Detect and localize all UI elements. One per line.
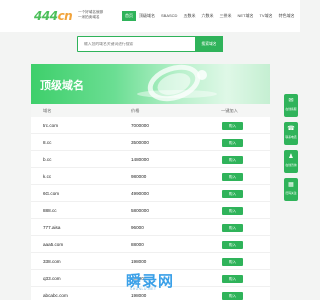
logo-tagline: 一个好域名就够 一米拍卖域名 <box>78 10 103 20</box>
table-row: trc.com 7000000 购入 <box>31 117 270 134</box>
buy-button[interactable]: 购入 <box>222 156 243 164</box>
top-level-domains-card: 顶级域名 域名 价格 一键加入 trc.com 7000000 购入 8.cc … <box>31 64 270 300</box>
domain-name[interactable]: 8.cc <box>43 134 51 151</box>
table-row: 8.cc 3500000 购入 <box>31 134 270 151</box>
domain-price: 7000000 <box>131 123 149 128</box>
float-phone-button[interactable]: ☎ 联系电话 <box>284 122 298 145</box>
domain-name[interactable]: 777.aisa <box>43 219 60 236</box>
domain-price: 3500000 <box>131 140 149 145</box>
logo-tagline-line-2: 一米拍卖域名 <box>78 15 100 19</box>
domain-price: 88000 <box>131 242 144 247</box>
section-title: 顶级域名 <box>40 79 84 92</box>
nav-item-tv[interactable]: TV域名 <box>256 11 275 21</box>
nav-item-three-pinyin[interactable]: 三拼米 <box>216 11 234 21</box>
nav-item-sbascd[interactable]: SBASCD <box>158 11 180 21</box>
table-row: 888.cc 5800000 购入 <box>31 202 270 219</box>
nav-item-net[interactable]: NET域名 <box>234 11 256 21</box>
domain-search-bar: 搜索域名 <box>77 36 223 52</box>
float-label: 扫码关注 <box>285 191 297 195</box>
chat-icon: ✉ <box>288 98 294 104</box>
domain-name[interactable]: k.cc <box>43 168 51 185</box>
site-header: 444cn 一个好域名就够 一米拍卖域名 首页 顶级域名 SBASCD 五数米 … <box>0 0 300 32</box>
domain-price: 96000 <box>131 225 144 230</box>
domain-name[interactable]: b.cc <box>43 151 51 168</box>
buy-button[interactable]: 购入 <box>222 224 243 232</box>
buy-button[interactable]: 购入 <box>222 139 243 147</box>
nav-item-six-digit[interactable]: 六数米 <box>198 11 216 21</box>
logo-mark-number: 444 <box>34 9 58 23</box>
column-header-domain: 域名 <box>43 108 52 113</box>
search-input[interactable] <box>84 37 192 51</box>
float-chat-button[interactable]: ✉ 在线客服 <box>284 94 298 117</box>
watermark-subtext: SHUNLU.NET <box>130 287 157 291</box>
domain-price: 198000 <box>131 259 147 264</box>
float-consult-button[interactable]: ♟ 在线咨询 <box>284 150 298 173</box>
nav-item-special[interactable]: 特色域名 <box>276 11 298 21</box>
floating-contact-bar: ✉ 在线客服 ☎ 联系电话 ♟ 在线咨询 ▦ 扫码关注 <box>284 94 298 206</box>
domain-price: 1480000 <box>131 157 149 162</box>
domain-price: 980000 <box>131 174 147 179</box>
nav-item-home[interactable]: 首页 <box>122 11 136 21</box>
section-banner: 顶级域名 <box>31 64 270 104</box>
logo-mark: 444cn <box>34 9 73 23</box>
buy-button[interactable]: 购入 <box>222 173 243 181</box>
qrcode-icon: ▦ <box>288 182 294 188</box>
nav-item-top-level[interactable]: 顶级域名 <box>136 11 158 21</box>
buy-button[interactable]: 购入 <box>222 275 243 283</box>
domain-name[interactable]: abcabc.com <box>43 287 68 300</box>
table-row: k.cc 980000 购入 <box>31 168 270 185</box>
buy-button[interactable]: 购入 <box>222 122 243 130</box>
phone-icon: ☎ <box>287 126 295 132</box>
table-row: 777.aisa 96000 购入 <box>31 219 270 236</box>
logo-mark-suffix: cn <box>57 9 73 23</box>
domain-name[interactable]: q33.com <box>43 270 61 287</box>
watermark: 瞬录网 SHUNLU.NET <box>122 270 222 292</box>
table-row: 338.com 198000 购入 <box>31 253 270 270</box>
buy-button[interactable]: 购入 <box>222 207 243 215</box>
main-nav: 首页 顶级域名 SBASCD 五数米 六数米 三拼米 NET域名 TV域名 特色… <box>122 11 298 21</box>
table-row: aaa5.com 88000 购入 <box>31 236 270 253</box>
domain-name[interactable]: 888.cc <box>43 202 57 219</box>
domain-price: 4990000 <box>131 191 149 196</box>
domain-name[interactable]: trc.com <box>43 117 58 134</box>
domain-name[interactable]: 6G.com <box>43 185 59 202</box>
table-row: b.cc 1480000 购入 <box>31 151 270 168</box>
float-qrcode-button[interactable]: ▦ 扫码关注 <box>284 178 298 201</box>
column-header-action: 一键加入 <box>221 108 238 113</box>
domain-price: 5800000 <box>131 208 149 213</box>
float-label: 在线客服 <box>285 107 297 111</box>
banner-decoration <box>197 70 207 80</box>
buy-button[interactable]: 购入 <box>222 241 243 249</box>
buy-button[interactable]: 购入 <box>222 292 243 300</box>
float-label: 在线咨询 <box>285 163 297 167</box>
search-button[interactable]: 搜索域名 <box>195 36 223 52</box>
float-label: 联系电话 <box>285 135 297 139</box>
domain-name[interactable]: aaa5.com <box>43 236 63 253</box>
table-row: 6G.com 4990000 购入 <box>31 185 270 202</box>
column-header-price: 价格 <box>131 108 140 113</box>
nav-item-five-digit[interactable]: 五数米 <box>180 11 198 21</box>
user-icon: ♟ <box>288 154 294 160</box>
site-logo[interactable]: 444cn 一个好域名就够 一米拍卖域名 <box>34 9 104 25</box>
domain-name[interactable]: 338.com <box>43 253 61 270</box>
table-header: 域名 价格 一键加入 <box>31 104 270 117</box>
buy-button[interactable]: 购入 <box>222 258 243 266</box>
buy-button[interactable]: 购入 <box>222 190 243 198</box>
